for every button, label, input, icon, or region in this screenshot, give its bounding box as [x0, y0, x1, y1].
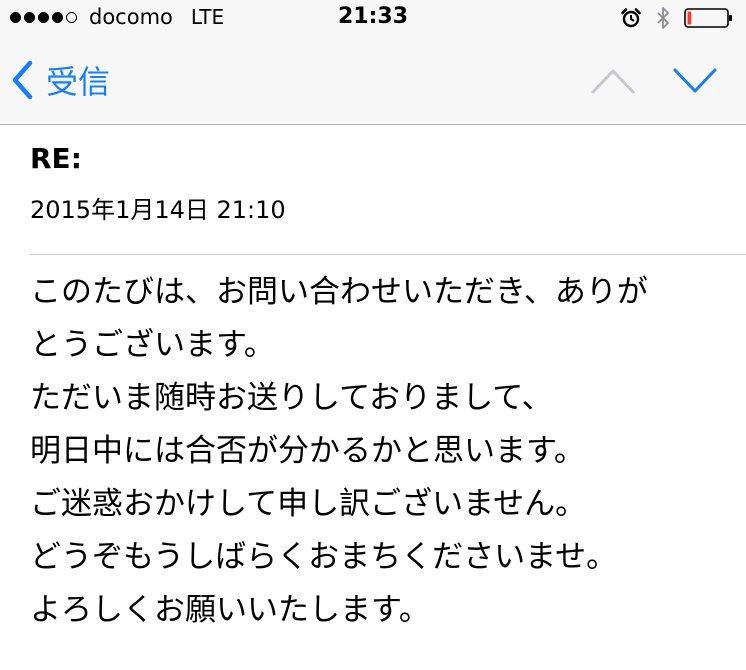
battery-level-fill — [687, 11, 692, 25]
email-subject: RE: — [30, 142, 82, 175]
next-message-button[interactable] — [672, 66, 718, 96]
chevron-left-icon — [12, 60, 33, 100]
email-body-line: どうぞもうしばらくおまちくださいませ。 — [30, 539, 618, 575]
back-button[interactable]: 受信 — [10, 60, 111, 101]
email-body-line: このたびは、お問い合わせいただき、ありが — [30, 274, 648, 310]
bluetooth-icon — [656, 6, 670, 30]
email-body-line: ご迷惑おかけして申し訳ございません。 — [30, 486, 587, 522]
chevron-up-icon — [591, 69, 635, 94]
header-divider — [30, 254, 746, 255]
navigation-bar: 受信 — [0, 36, 746, 125]
status-bar: docomo LTE 21:33 — [0, 0, 746, 36]
previous-message-button[interactable] — [590, 66, 636, 96]
battery-icon — [684, 7, 734, 29]
email-body-line: とうございます。 — [30, 327, 275, 363]
chevron-down-icon — [673, 68, 717, 93]
email-body: このたびは、お問い合わせいただき、ありが とうございます。 ただいま随時お送りし… — [30, 266, 730, 637]
email-body-line: 明日中には合否が分かるかと思います。 — [30, 433, 585, 469]
back-button-label: 受信 — [46, 63, 111, 101]
email-body-line: よろしくお願いいたします。 — [30, 592, 430, 628]
email-date: 2015年1月14日 21:10 — [30, 196, 286, 224]
alarm-icon — [620, 7, 642, 29]
email-body-line: ただいま随時お送りしておりまして、 — [30, 380, 553, 416]
status-right — [620, 6, 734, 30]
